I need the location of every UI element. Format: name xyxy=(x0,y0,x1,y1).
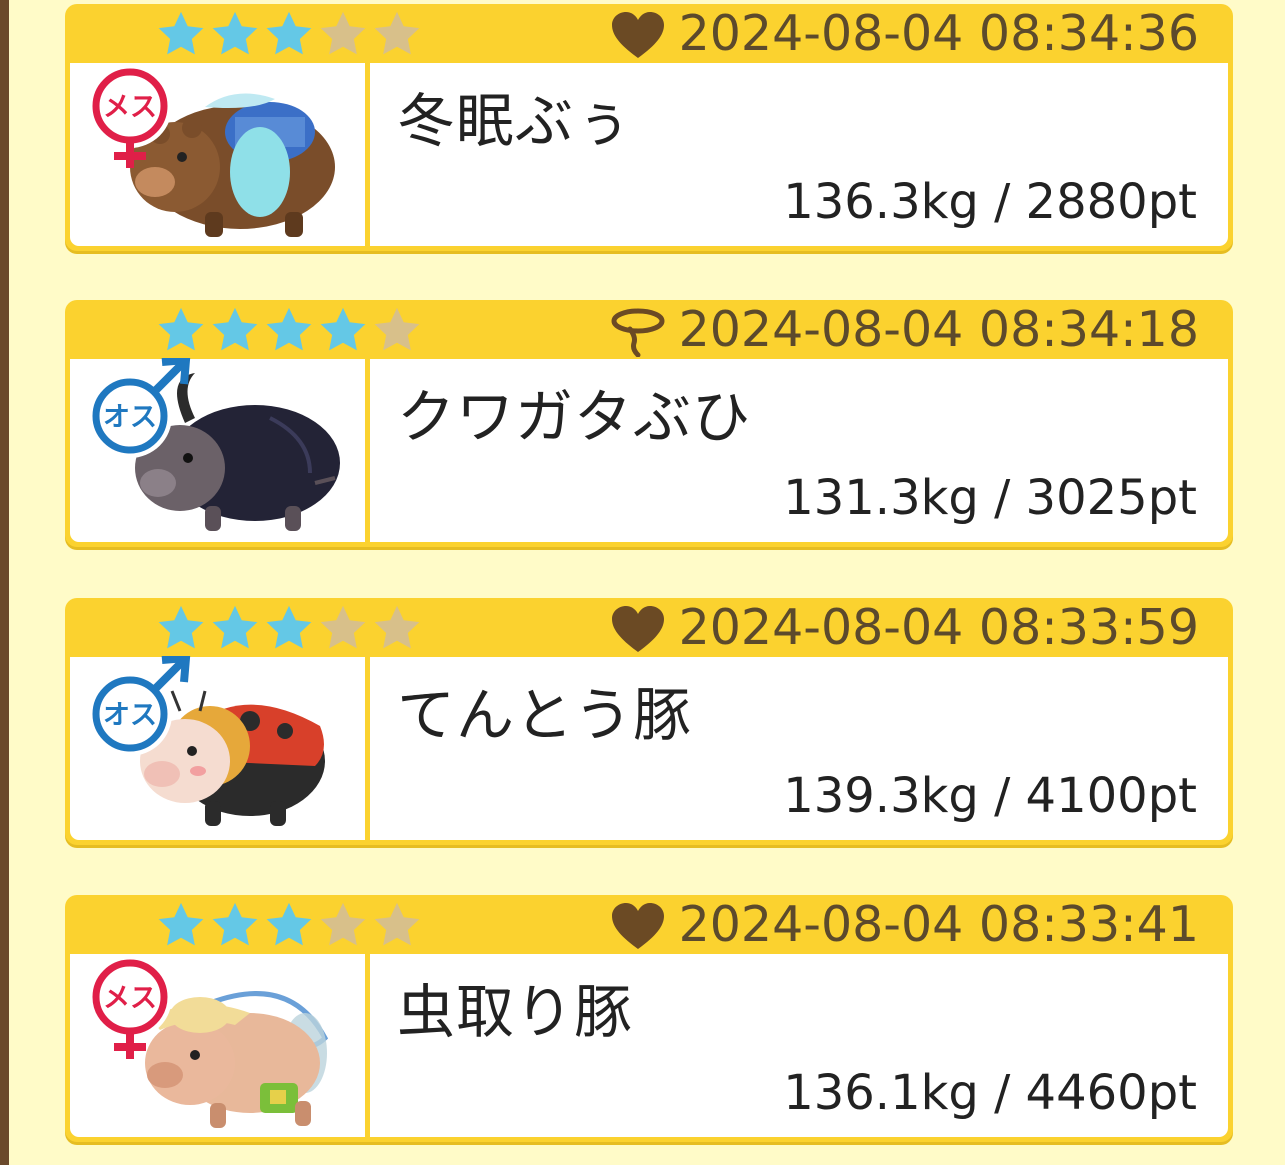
star-filled-icon xyxy=(263,304,315,356)
star-rating xyxy=(155,602,423,654)
star-filled-icon xyxy=(209,899,261,951)
star-empty-icon xyxy=(371,602,423,654)
star-filled-icon xyxy=(155,304,207,356)
male-symbol-icon: オス xyxy=(82,653,198,772)
star-empty-icon xyxy=(371,8,423,60)
pig-card[interactable]: 2024-08-04 08:33:59 てんとう豚 139.3kg / 4100… xyxy=(65,598,1233,848)
male-symbol-icon: オス xyxy=(82,355,198,474)
portrait-divider xyxy=(365,63,370,246)
svg-text:メス: メス xyxy=(103,92,157,123)
stag-beetle-pig-icon: オス xyxy=(88,355,340,543)
timestamp: 2024-08-04 08:33:41 xyxy=(678,896,1199,953)
star-filled-icon xyxy=(317,304,369,356)
weight-points: 136.1kg / 4460pt xyxy=(783,1065,1197,1121)
heart-icon xyxy=(610,902,666,952)
bug-catcher-pig-icon: メス xyxy=(88,955,340,1138)
star-filled-icon xyxy=(209,8,261,60)
svg-text:オス: オス xyxy=(103,402,157,433)
star-filled-icon xyxy=(263,8,315,60)
star-empty-icon xyxy=(317,8,369,60)
star-filled-icon xyxy=(263,602,315,654)
heart-icon xyxy=(610,605,666,655)
pig-card[interactable]: 2024-08-04 08:33:41 虫取り豚 136.1kg / 4460p… xyxy=(65,895,1233,1145)
pig-card[interactable]: 2024-08-04 08:34:18 クワガタぶひ 131.3kg / 302… xyxy=(65,300,1233,550)
star-empty-icon xyxy=(371,304,423,356)
timestamp: 2024-08-04 08:34:18 xyxy=(678,301,1199,358)
star-empty-icon xyxy=(317,602,369,654)
heart-icon xyxy=(610,11,666,61)
star-rating xyxy=(155,304,423,356)
portrait-divider xyxy=(365,359,370,542)
timestamp: 2024-08-04 08:34:36 xyxy=(678,5,1199,62)
portrait-divider xyxy=(365,954,370,1137)
star-rating xyxy=(155,8,423,60)
female-symbol-icon: メス xyxy=(82,62,198,178)
star-empty-icon xyxy=(371,899,423,951)
star-filled-icon xyxy=(155,899,207,951)
star-filled-icon xyxy=(209,304,261,356)
pig-name: クワガタぶひ xyxy=(397,383,752,451)
female-symbol-icon: メス xyxy=(82,953,198,1069)
svg-text:メス: メス xyxy=(103,983,157,1014)
ladybug-pig-icon: オス xyxy=(88,653,340,841)
pig-card[interactable]: 2024-08-04 08:34:36 冬眠ぶぅ 136.3kg / 2880p… xyxy=(65,4,1233,254)
star-filled-icon xyxy=(263,899,315,951)
portrait-divider xyxy=(365,657,370,840)
pig-name: 虫取り豚 xyxy=(397,978,634,1046)
weight-points: 136.3kg / 2880pt xyxy=(783,174,1197,230)
star-filled-icon xyxy=(155,8,207,60)
pig-name: 冬眠ぶぅ xyxy=(397,87,634,155)
star-filled-icon xyxy=(155,602,207,654)
lasso-icon xyxy=(610,307,666,358)
pig-name: てんとう豚 xyxy=(397,681,693,749)
star-rating xyxy=(155,899,423,951)
sleeping-bear-pig-icon: メス xyxy=(88,64,340,247)
left-rail xyxy=(0,0,9,1165)
star-filled-icon xyxy=(209,602,261,654)
weight-points: 139.3kg / 4100pt xyxy=(783,768,1197,824)
timestamp: 2024-08-04 08:33:59 xyxy=(678,599,1199,656)
weight-points: 131.3kg / 3025pt xyxy=(783,470,1197,526)
svg-text:オス: オス xyxy=(103,700,157,731)
star-empty-icon xyxy=(317,899,369,951)
